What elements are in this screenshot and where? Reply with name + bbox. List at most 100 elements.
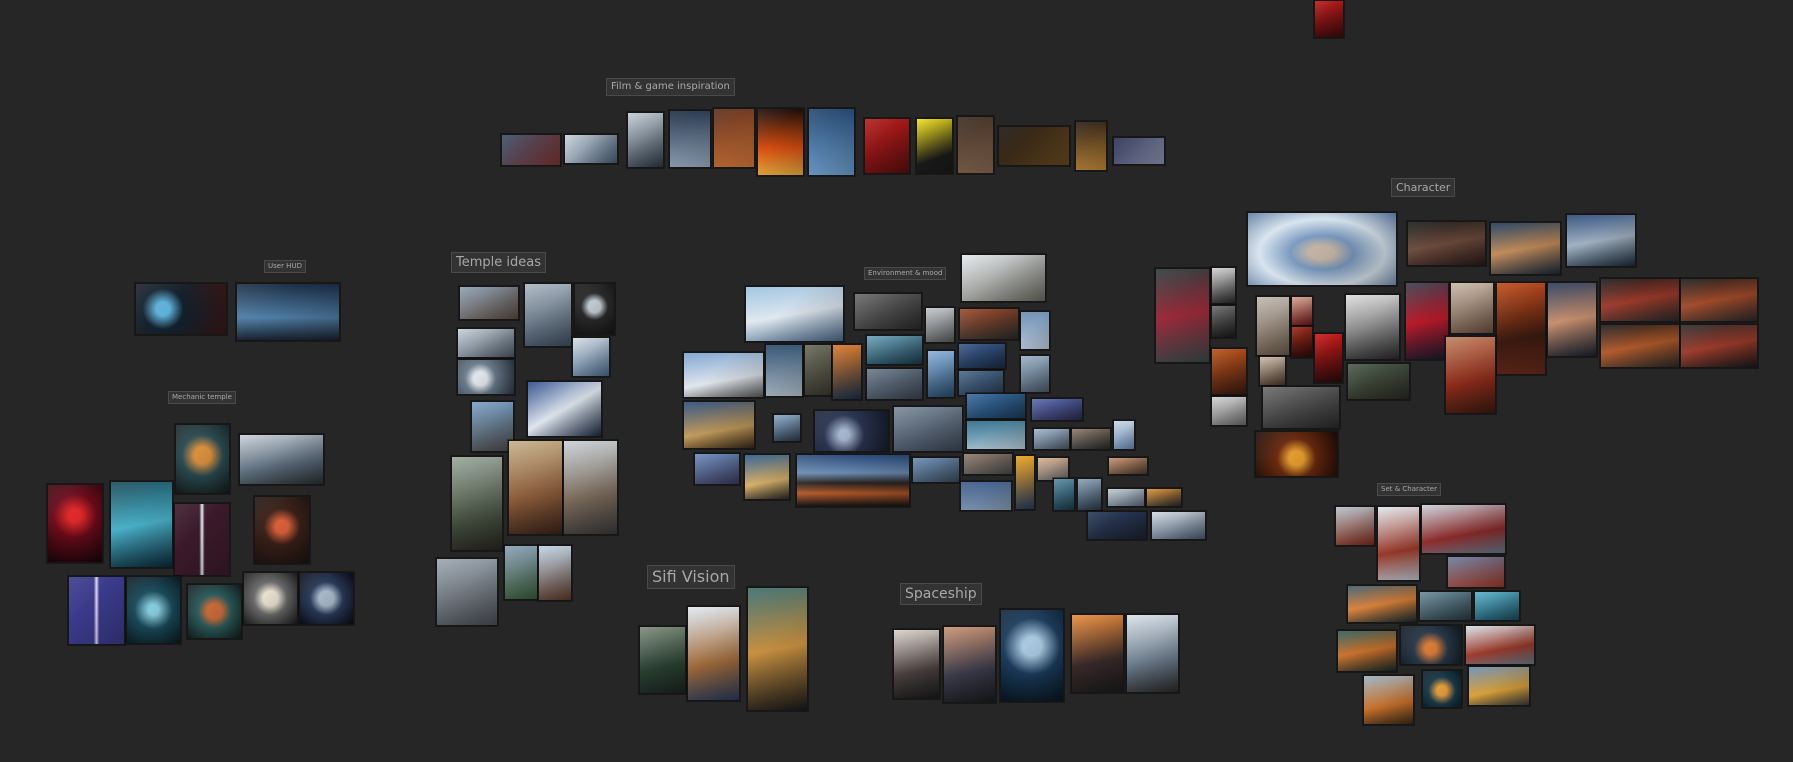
image-thumbnail[interactable] (457, 328, 515, 358)
image-thumbnail[interactable] (126, 576, 181, 644)
image-thumbnail[interactable] (504, 545, 538, 600)
image-thumbnail[interactable] (1211, 305, 1236, 338)
image-thumbnail[interactable] (187, 584, 242, 639)
image-thumbnail[interactable] (958, 343, 1006, 369)
image-thumbnail[interactable] (1314, 0, 1344, 38)
group-label-mechanic[interactable]: Mechanic temple (168, 391, 236, 404)
group-label-environment[interactable]: Environment & mood (864, 267, 947, 280)
image-thumbnail[interactable] (254, 496, 310, 564)
image-thumbnail[interactable] (1422, 670, 1462, 708)
image-thumbnail[interactable] (1421, 504, 1506, 554)
image-thumbnail[interactable] (47, 484, 103, 563)
image-thumbnail[interactable] (524, 283, 572, 347)
image-thumbnail[interactable] (1247, 212, 1397, 286)
image-thumbnail[interactable] (1291, 296, 1313, 326)
image-thumbnail[interactable] (804, 344, 832, 396)
image-thumbnail[interactable] (1075, 121, 1107, 171)
image-thumbnail[interactable] (174, 503, 230, 576)
image-thumbnail[interactable] (1020, 311, 1050, 350)
image-thumbnail[interactable] (854, 293, 922, 330)
image-thumbnail[interactable] (1566, 214, 1636, 267)
group-label-temple[interactable]: Temple ideas (451, 252, 546, 273)
image-thumbnail[interactable] (110, 481, 173, 568)
group-label-sifi[interactable]: Sifi Vision (647, 565, 735, 589)
image-thumbnail[interactable] (1335, 506, 1375, 546)
image-thumbnail[interactable] (1419, 591, 1472, 621)
image-thumbnail[interactable] (998, 126, 1070, 166)
image-thumbnail[interactable] (694, 453, 740, 485)
image-thumbnail[interactable] (960, 481, 1012, 511)
image-thumbnail[interactable] (572, 337, 610, 377)
image-thumbnail[interactable] (866, 368, 923, 400)
image-thumbnail[interactable] (745, 286, 844, 342)
image-thumbnail[interactable] (893, 629, 940, 699)
image-thumbnail[interactable] (912, 457, 960, 483)
image-thumbnail[interactable] (814, 410, 889, 452)
image-thumbnail[interactable] (925, 307, 955, 343)
image-thumbnail[interactable] (564, 134, 618, 164)
image-thumbnail[interactable] (966, 393, 1026, 419)
image-thumbnail[interactable] (1031, 398, 1083, 421)
image-thumbnail[interactable] (1447, 556, 1505, 588)
image-thumbnail[interactable] (627, 112, 664, 168)
image-thumbnail[interactable] (1107, 488, 1145, 507)
image-thumbnail[interactable] (832, 344, 862, 400)
image-thumbnail[interactable] (68, 576, 125, 645)
image-thumbnail[interactable] (1255, 431, 1338, 477)
image-thumbnail[interactable] (957, 116, 994, 174)
image-thumbnail[interactable] (713, 108, 755, 168)
image-thumbnail[interactable] (1033, 428, 1070, 450)
image-thumbnail[interactable] (639, 626, 686, 694)
image-thumbnail[interactable] (893, 406, 963, 452)
image-thumbnail[interactable] (457, 359, 515, 395)
image-thumbnail[interactable] (563, 440, 618, 535)
image-thumbnail[interactable] (808, 108, 855, 176)
image-thumbnail[interactable] (866, 335, 923, 365)
image-thumbnail[interactable] (175, 424, 230, 494)
image-thumbnail[interactable] (501, 134, 561, 166)
image-thumbnail[interactable] (574, 283, 615, 335)
image-thumbnail[interactable] (1071, 614, 1124, 693)
image-thumbnail[interactable] (1600, 278, 1680, 322)
image-thumbnail[interactable] (1108, 457, 1148, 475)
image-thumbnail[interactable] (773, 414, 801, 442)
image-thumbnail[interactable] (1015, 455, 1035, 510)
image-thumbnail[interactable] (1077, 478, 1102, 511)
image-thumbnail[interactable] (1445, 336, 1496, 414)
image-thumbnail[interactable] (796, 454, 910, 507)
image-thumbnail[interactable] (1146, 488, 1182, 507)
image-thumbnail[interactable] (1490, 222, 1561, 275)
image-thumbnail[interactable] (744, 454, 790, 500)
image-thumbnail[interactable] (1465, 625, 1535, 665)
image-thumbnail[interactable] (916, 118, 953, 174)
image-thumbnail[interactable] (1337, 630, 1397, 672)
image-thumbnail[interactable] (243, 572, 298, 625)
group-label-spaceship[interactable]: Spaceship (900, 583, 982, 605)
image-thumbnail[interactable] (687, 606, 740, 701)
image-thumbnail[interactable] (451, 456, 503, 551)
image-thumbnail[interactable] (1256, 296, 1290, 356)
image-thumbnail[interactable] (1211, 267, 1236, 304)
group-label-user-hud[interactable]: User HUD (264, 260, 306, 273)
image-thumbnail[interactable] (1071, 428, 1111, 450)
image-thumbnail[interactable] (299, 572, 354, 625)
image-thumbnail[interactable] (1151, 511, 1206, 540)
image-thumbnail[interactable] (1407, 221, 1486, 266)
image-thumbnail[interactable] (459, 286, 519, 320)
image-thumbnail[interactable] (1053, 478, 1075, 511)
image-thumbnail[interactable] (943, 626, 996, 703)
image-thumbnail[interactable] (1680, 278, 1758, 322)
image-thumbnail[interactable] (1020, 355, 1050, 393)
image-thumbnail[interactable] (1211, 396, 1247, 426)
image-thumbnail[interactable] (1314, 333, 1343, 383)
image-thumbnail[interactable] (757, 108, 804, 176)
image-thumbnail[interactable] (1259, 356, 1286, 386)
image-thumbnail[interactable] (239, 434, 324, 485)
image-thumbnail[interactable] (436, 558, 498, 626)
image-thumbnail[interactable] (1113, 137, 1165, 165)
image-thumbnail[interactable] (1547, 282, 1597, 357)
image-thumbnail[interactable] (683, 401, 755, 449)
group-label-film[interactable]: Film & game inspiration (606, 78, 735, 96)
group-label-set-character[interactable]: Set & Character (1377, 483, 1441, 496)
image-thumbnail[interactable] (1262, 386, 1340, 429)
